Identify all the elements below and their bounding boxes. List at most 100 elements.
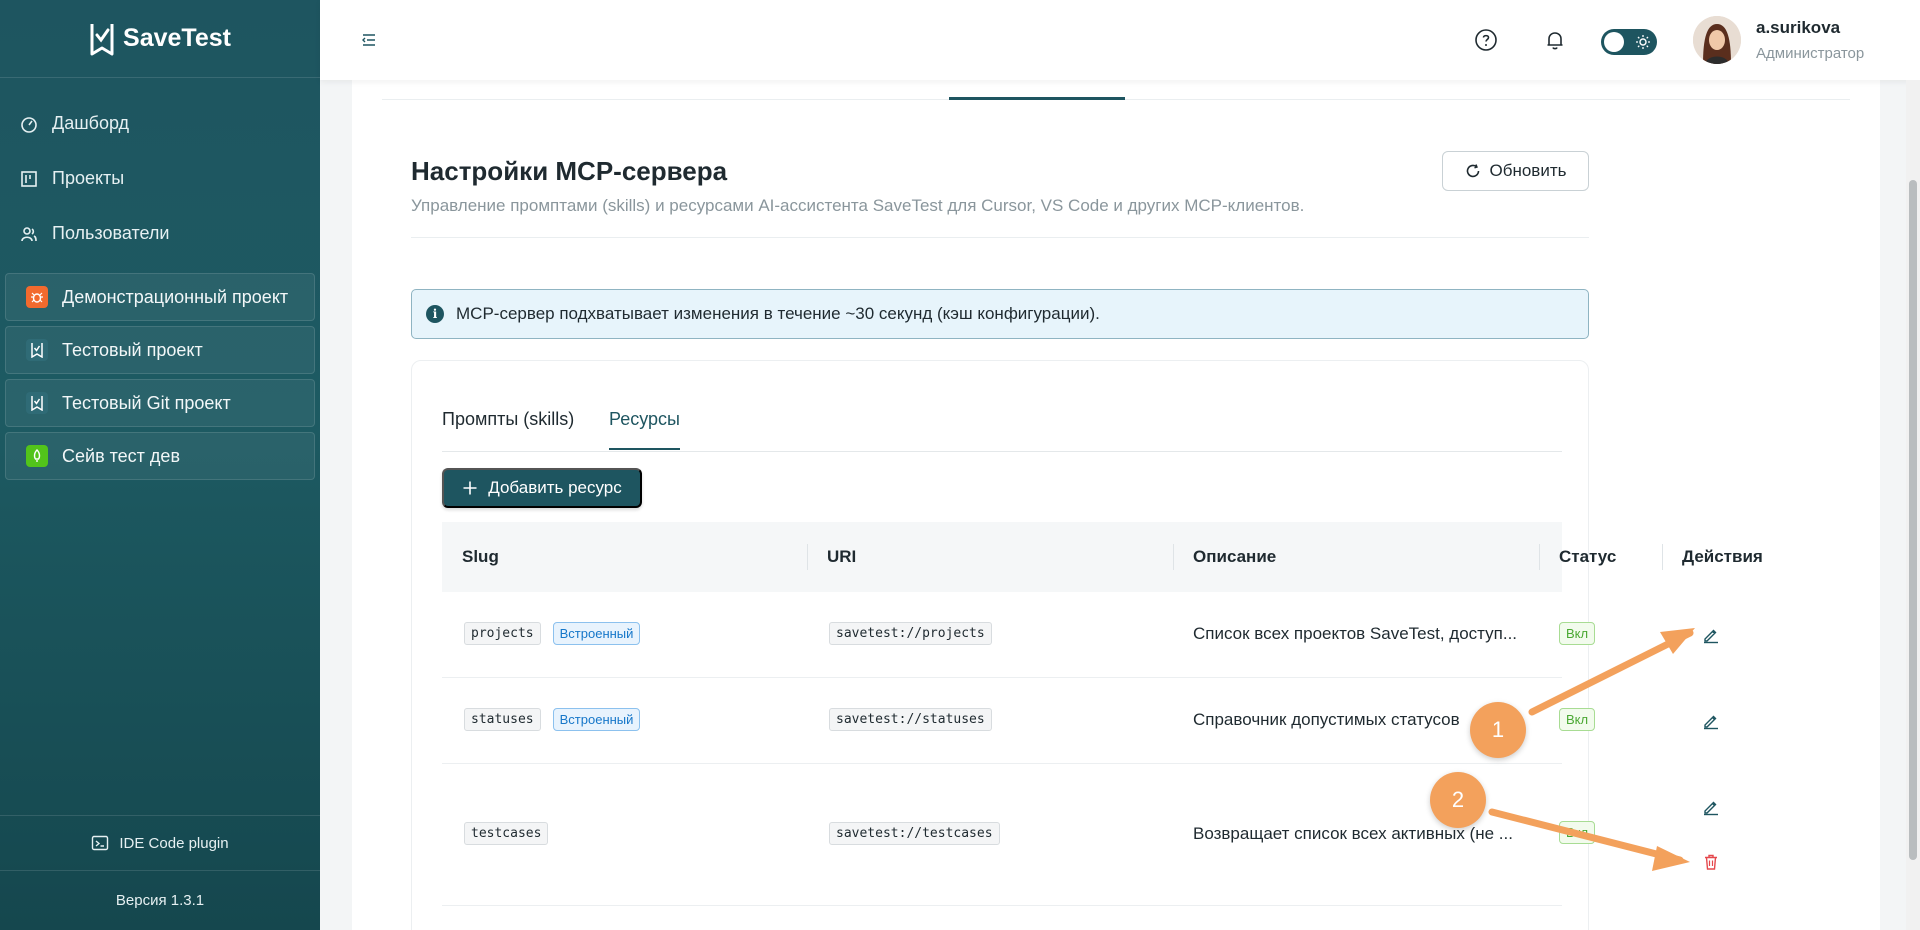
- savetest-icon: [26, 392, 48, 414]
- description-cell: Справочник допустимых статусов: [1193, 710, 1460, 729]
- refresh-label: Обновить: [1489, 161, 1567, 180]
- nav-label: Проекты: [52, 168, 125, 188]
- plus-icon: [463, 481, 477, 495]
- bug-icon: [26, 286, 48, 308]
- tab-prompts[interactable]: Промпты (skills): [442, 409, 574, 430]
- sidebar-footer: IDE Code plugin Версия 1.3.1: [0, 815, 320, 930]
- column-separator: [807, 544, 808, 570]
- project-label: Сейв тест дев: [62, 445, 181, 466]
- uri-cell: savetest://testcases: [829, 822, 1000, 845]
- alert-text: MCP-сервер подхватывает изменения в тече…: [456, 304, 1100, 323]
- status-cell: Вкл: [1559, 622, 1596, 645]
- edit-icon[interactable]: [1702, 798, 1720, 816]
- app-name: SaveTest: [123, 24, 231, 52]
- table-header: Slug URI Описание Статус Действия: [442, 522, 1763, 592]
- add-resource-label: Добавить ресурс: [488, 478, 622, 497]
- slug-cell: projects Встроенный: [464, 622, 641, 645]
- status-cell: Вкл: [1559, 821, 1596, 844]
- uri-code: savetest://testcases: [829, 822, 1000, 845]
- status-badge: Вкл: [1559, 708, 1596, 731]
- uri-code: savetest://statuses: [829, 708, 992, 731]
- delete-icon[interactable]: [1702, 853, 1720, 871]
- top-header: a.surikova Администратор: [320, 0, 1920, 80]
- description-cell: Список всех проектов SaveTest, доступ...: [1193, 624, 1518, 643]
- page-scrollbar[interactable]: [1906, 80, 1920, 930]
- column-header-description[interactable]: Описание: [1193, 522, 1276, 592]
- slug-cell: testcases: [464, 822, 549, 845]
- menu-collapse-icon[interactable]: [360, 31, 378, 49]
- column-separator: [1173, 544, 1174, 570]
- slug-code: projects: [464, 622, 541, 645]
- app-version: Версия 1.3.1: [0, 870, 320, 930]
- settings-card: Настройки MCP-сервера Управление промпта…: [352, 80, 1880, 930]
- table-row: projects Встроенный savetest://projects …: [442, 592, 1718, 678]
- add-resource-button[interactable]: Добавить ресурс: [442, 468, 642, 508]
- savetest-logo-icon: [90, 23, 114, 55]
- resources-table: Slug URI Описание Статус Действия projec…: [442, 522, 1763, 906]
- page-subtitle: Управление промптами (skills) и ресурсам…: [411, 196, 1305, 215]
- resources-panel: Промпты (skills) Ресурсы Добавить ресурс…: [411, 360, 1763, 930]
- project-list: Демонстрационный проект Тестовый проект …: [0, 261, 320, 480]
- sidebar: SaveTest Дашборд Проекты Пользователи Де…: [0, 0, 320, 930]
- table-row: testcases savetest://testcases Возвращае…: [442, 764, 1718, 906]
- column-header-status[interactable]: Статус: [1559, 522, 1616, 592]
- builtin-badge: Встроенный: [552, 708, 641, 731]
- edit-icon[interactable]: [1702, 626, 1720, 644]
- column-header-slug[interactable]: Slug: [462, 522, 499, 592]
- project-item-test[interactable]: Тестовый проект: [5, 326, 315, 374]
- title-divider: [411, 237, 1589, 238]
- nav-item-projects[interactable]: Проекты: [0, 151, 320, 206]
- terminal-icon: [92, 835, 109, 851]
- nav-item-dashboard[interactable]: Дашборд: [0, 96, 320, 151]
- uri-cell: savetest://projects: [829, 622, 992, 645]
- project-item-save-test-dev[interactable]: Сейв тест дев: [5, 432, 315, 480]
- builtin-badge: Встроенный: [552, 622, 641, 645]
- slug-code: statuses: [464, 708, 541, 731]
- nav-label: Дашборд: [52, 113, 130, 133]
- ide-plugin-link[interactable]: IDE Code plugin: [0, 815, 320, 870]
- uri-cell: savetest://statuses: [829, 708, 992, 731]
- app-logo[interactable]: SaveTest: [0, 0, 320, 78]
- project-label: Тестовый проект: [62, 339, 203, 360]
- tab-resources[interactable]: Ресурсы: [609, 409, 680, 450]
- page-title: Настройки MCP-сервера: [411, 156, 728, 186]
- rocket-icon: [26, 445, 48, 467]
- dashboard-icon: [21, 116, 37, 133]
- user-name[interactable]: a.surikova: [1756, 18, 1840, 38]
- column-header-uri[interactable]: URI: [827, 522, 856, 592]
- plugin-label: IDE Code plugin: [119, 834, 229, 852]
- theme-toggle[interactable]: [1601, 29, 1657, 55]
- project-item-demo[interactable]: Демонстрационный проект: [5, 273, 315, 321]
- user-avatar[interactable]: [1693, 16, 1741, 64]
- project-item-test-git[interactable]: Тестовый Git проект: [5, 379, 315, 427]
- uri-code: savetest://projects: [829, 622, 992, 645]
- main-content: Настройки MCP-сервера Управление промпта…: [320, 80, 1920, 930]
- column-header-actions: Действия: [1682, 547, 1763, 566]
- savetest-icon: [26, 339, 48, 361]
- bell-icon[interactable]: [1543, 28, 1567, 52]
- toggle-knob: [1604, 32, 1624, 52]
- column-separator: [1539, 544, 1540, 570]
- nav-item-users[interactable]: Пользователи: [0, 206, 320, 261]
- project-label: Тестовый Git проект: [62, 392, 231, 413]
- status-badge: Вкл: [1559, 821, 1596, 844]
- user-role: Администратор: [1756, 45, 1865, 62]
- info-alert: i MCP-сервер подхватывает изменения в те…: [411, 289, 1589, 339]
- edit-icon[interactable]: [1702, 712, 1720, 730]
- info-icon: i: [426, 305, 444, 323]
- nav-label: Пользователи: [52, 223, 170, 243]
- status-badge: Вкл: [1559, 622, 1596, 645]
- slug-code: testcases: [464, 822, 549, 845]
- description-cell: Возвращает список всех активных (не ...: [1193, 824, 1513, 843]
- scrollbar-thumb[interactable]: [1909, 180, 1917, 860]
- slug-cell: statuses Встроенный: [464, 708, 641, 731]
- sun-icon: [1636, 35, 1650, 49]
- section-tabs: Промпты (skills) Ресурсы: [442, 401, 1562, 452]
- users-icon: [21, 226, 37, 241]
- table-row: statuses Встроенный savetest://statuses …: [442, 678, 1718, 764]
- help-icon[interactable]: [1474, 28, 1498, 52]
- kanban-icon: [21, 170, 37, 187]
- top-tab-active-indicator: [949, 97, 1125, 100]
- refresh-button[interactable]: Обновить: [1442, 151, 1589, 191]
- column-separator: [1662, 544, 1663, 570]
